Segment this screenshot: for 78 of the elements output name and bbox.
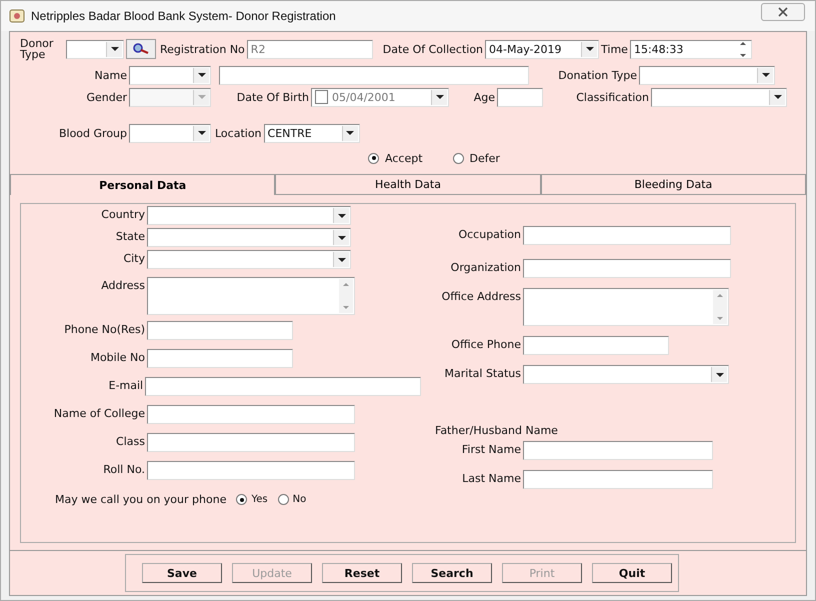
search-icon bbox=[132, 43, 150, 55]
name-label: Name bbox=[94, 68, 127, 82]
registration-no-label: Registration No bbox=[160, 42, 245, 56]
field-label: First Name bbox=[460, 442, 521, 456]
input-field[interactable] bbox=[523, 470, 713, 489]
classification-dropdown[interactable] bbox=[651, 88, 787, 106]
field-label: City bbox=[122, 251, 145, 265]
dropdown[interactable] bbox=[147, 250, 351, 269]
input-field[interactable] bbox=[147, 433, 355, 452]
date-of-collection-picker[interactable]: 04-May-2019 bbox=[485, 40, 600, 58]
age-label: Age bbox=[472, 90, 495, 104]
donor-type-label: Donor Type bbox=[20, 38, 54, 60]
dropdown[interactable] bbox=[147, 228, 351, 247]
field-label: Marital Status bbox=[444, 366, 521, 380]
window-title: Netripples Badar Blood Bank System- Donor Registration bbox=[31, 9, 337, 23]
input-field[interactable] bbox=[145, 377, 421, 396]
call-phone-radio[interactable]: Yes bbox=[236, 494, 268, 505]
registration-no-field[interactable]: R2 bbox=[246, 40, 373, 58]
date-of-birth-label: Date Of Birth bbox=[236, 90, 309, 104]
blood-group-dropdown[interactable] bbox=[129, 124, 211, 142]
field-label: Country bbox=[100, 207, 145, 221]
input-field[interactable] bbox=[147, 321, 293, 340]
section-heading: Father/Husband Name bbox=[434, 424, 559, 437]
field-label: Office Address bbox=[440, 289, 521, 303]
action-button[interactable]: Search bbox=[412, 563, 492, 583]
field-label: Office Phone bbox=[450, 337, 521, 351]
call-phone-label: May we call you on your phone bbox=[55, 493, 226, 506]
tab[interactable]: Health Data bbox=[275, 175, 541, 195]
app-icon bbox=[9, 9, 25, 23]
location-dropdown[interactable]: CENTRE bbox=[264, 124, 360, 142]
input-field[interactable] bbox=[523, 336, 669, 355]
action-button[interactable]: Save bbox=[142, 563, 222, 583]
input-field[interactable] bbox=[523, 226, 731, 245]
close-icon bbox=[778, 7, 788, 17]
call-phone-radio[interactable]: No bbox=[278, 494, 306, 505]
field-label: Class bbox=[115, 434, 145, 448]
time-label: Time bbox=[601, 42, 628, 56]
blood-group-label: Blood Group bbox=[58, 126, 127, 140]
action-button[interactable]: Quit bbox=[592, 563, 672, 583]
close-button[interactable] bbox=[761, 3, 805, 21]
field-label: State bbox=[114, 229, 145, 243]
field-label: Occupation bbox=[457, 227, 521, 241]
donation-type-label: Donation Type bbox=[557, 68, 637, 82]
input-field[interactable] bbox=[147, 461, 355, 480]
donation-type-dropdown[interactable] bbox=[639, 66, 775, 84]
field-label: Address bbox=[100, 278, 145, 292]
age-field[interactable] bbox=[497, 88, 543, 106]
tab[interactable]: Personal Data bbox=[10, 175, 276, 195]
search-button[interactable] bbox=[126, 39, 156, 59]
gender-label: Gender bbox=[85, 90, 127, 104]
input-field[interactable] bbox=[147, 349, 293, 368]
tab[interactable]: Bleeding Data bbox=[540, 175, 806, 195]
field-label: Organization bbox=[450, 260, 521, 274]
donor-type-dropdown[interactable] bbox=[66, 40, 124, 58]
name-title-dropdown[interactable] bbox=[129, 66, 211, 84]
decision-radio[interactable]: Defer bbox=[452, 152, 500, 164]
field-label: Roll No. bbox=[102, 462, 145, 476]
dropdown[interactable] bbox=[147, 206, 351, 225]
field-label: E-mail bbox=[108, 378, 144, 392]
classification-label: Classification bbox=[575, 90, 649, 104]
input-field[interactable] bbox=[147, 405, 355, 424]
date-of-birth-checkbox[interactable] bbox=[315, 90, 328, 104]
date-of-collection-label: Date Of Collection bbox=[382, 42, 484, 56]
input-field[interactable] bbox=[523, 259, 731, 278]
dropdown[interactable] bbox=[523, 365, 729, 384]
field-label: Mobile No bbox=[89, 350, 145, 364]
decision-radio[interactable]: Accept bbox=[368, 152, 423, 164]
text-area[interactable] bbox=[523, 288, 729, 326]
input-field[interactable] bbox=[523, 441, 713, 460]
name-field[interactable] bbox=[219, 66, 529, 84]
field-label: Name of College bbox=[52, 406, 145, 420]
location-label: Location bbox=[215, 126, 262, 140]
time-field[interactable]: 15:48:33 bbox=[630, 40, 752, 58]
field-label: Last Name bbox=[461, 471, 521, 485]
text-area[interactable] bbox=[147, 277, 355, 315]
field-label: Phone No(Res) bbox=[63, 322, 145, 336]
action-button[interactable]: Reset bbox=[322, 563, 402, 583]
date-of-birth-picker[interactable]: 05/04/2001 bbox=[311, 88, 449, 106]
